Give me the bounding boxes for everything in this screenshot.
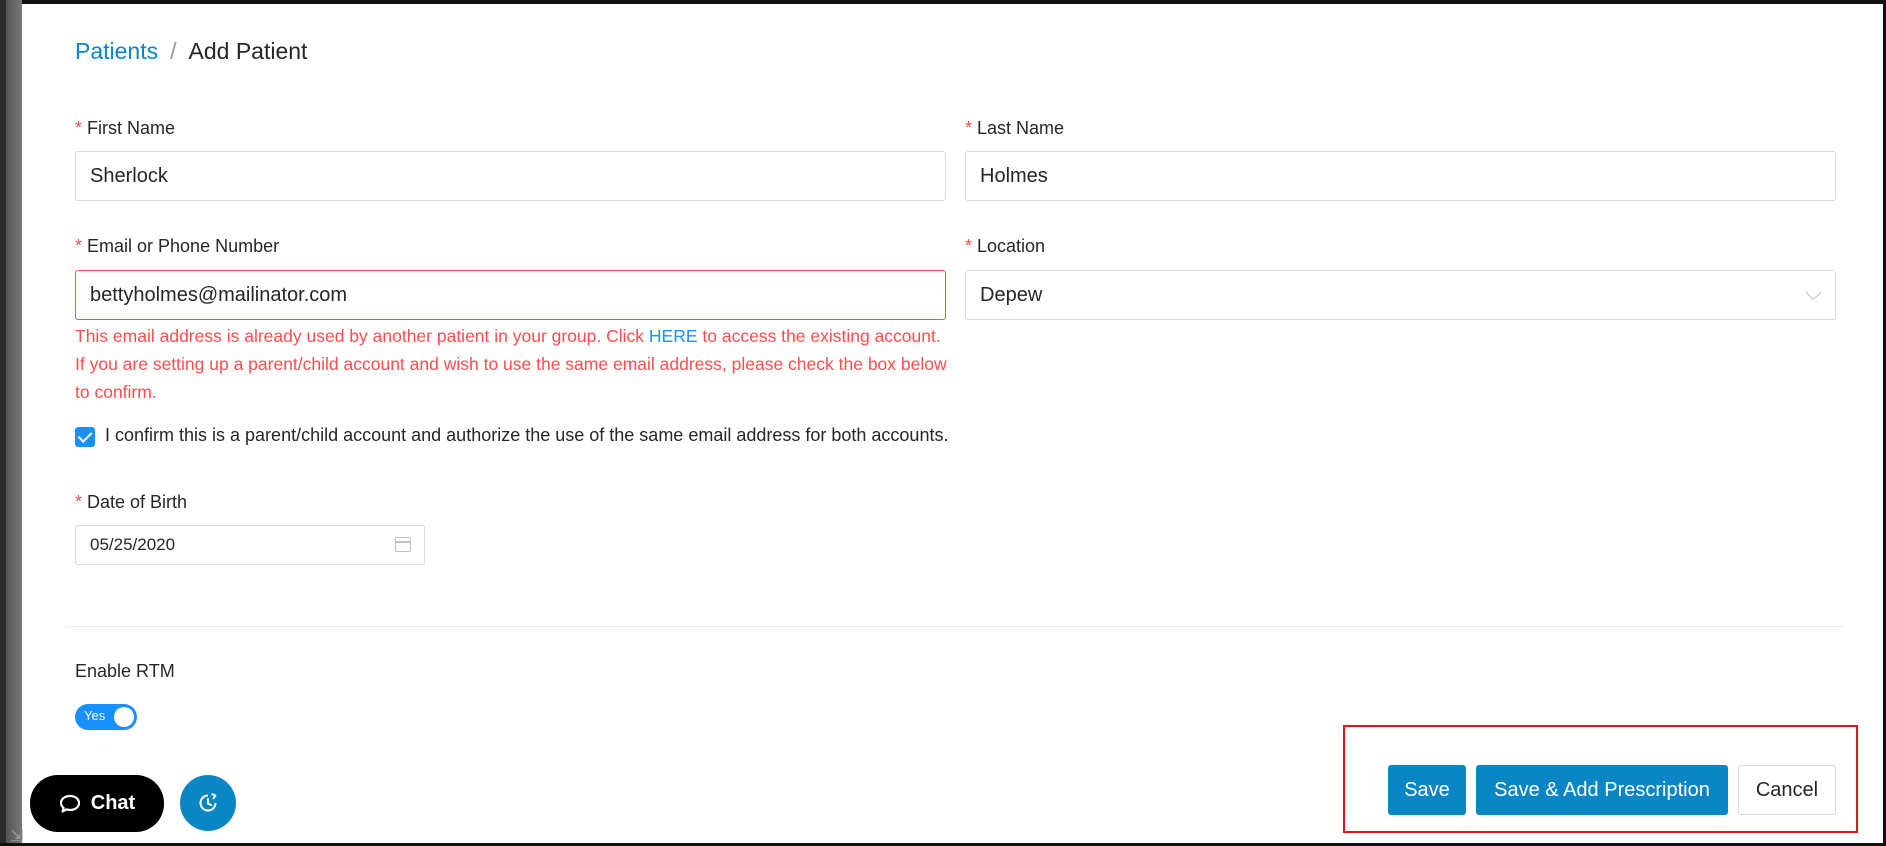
first-name-value: Sherlock [90, 164, 168, 187]
last-name-input[interactable]: Holmes [965, 151, 1836, 201]
breadcrumb: Patients / Add Patient [75, 38, 307, 65]
required-marker: * [75, 236, 83, 256]
toggle-knob [114, 707, 134, 727]
email-label-text: Email or Phone Number [87, 236, 280, 256]
chat-label: Chat [90, 792, 136, 814]
required-marker: * [75, 492, 83, 512]
existing-account-link[interactable]: HERE [649, 326, 698, 346]
dob-label-text: Date of Birth [87, 492, 188, 512]
email-field[interactable]: bettyholmes@mailinator.com [75, 270, 946, 320]
save-add-prescription-button[interactable]: Save & Add Prescription [1476, 765, 1728, 815]
first-name-input[interactable]: Sherlock [75, 151, 946, 201]
dob-label: * Date of Birth [75, 492, 187, 513]
required-marker: * [965, 118, 973, 138]
chat-bubble-icon [59, 794, 80, 813]
location-select[interactable]: Depew [965, 270, 1836, 320]
email-error-text-1: This email address is already used by an… [75, 326, 649, 346]
email-label: * Email or Phone Number [75, 236, 279, 257]
enable-rtm-toggle[interactable]: Yes [75, 704, 137, 730]
page-title: Add Patient [188, 38, 308, 64]
last-name-value: Holmes [980, 164, 1048, 187]
save-button[interactable]: Save [1388, 765, 1466, 815]
chevron-down-icon [1805, 284, 1822, 301]
parent-child-confirm-label[interactable]: I confirm this is a parent/child account… [105, 425, 948, 446]
dob-value: 05/25/2020 [90, 535, 176, 554]
first-name-label-text: First Name [87, 118, 176, 138]
cancel-button[interactable]: Cancel [1738, 765, 1836, 815]
enable-rtm-label: Enable RTM [75, 661, 175, 681]
history-widget-button[interactable] [180, 775, 236, 831]
email-value: bettyholmes@mailinator.com [90, 283, 348, 306]
clock-refresh-icon [199, 793, 217, 812]
chat-button[interactable]: Chat [30, 775, 164, 832]
location-label-text: Location [977, 236, 1046, 256]
required-marker: * [965, 236, 973, 256]
last-name-label-text: Last Name [977, 118, 1065, 138]
resize-handle-icon[interactable]: ⇲ [10, 826, 23, 846]
dob-date-picker[interactable]: 05/25/2020 [75, 525, 425, 565]
breadcrumb-separator: / [170, 38, 177, 64]
email-error-message: This email address is already used by an… [75, 322, 955, 406]
section-divider [65, 626, 1845, 627]
parent-child-confirm-checkbox[interactable] [75, 427, 95, 447]
required-marker: * [75, 118, 83, 138]
location-label: * Location [965, 236, 1045, 257]
last-name-label: * Last Name [965, 118, 1064, 139]
breadcrumb-patients-link[interactable]: Patients [75, 38, 158, 65]
window-frame-top [0, 0, 1886, 4]
first-name-label: * First Name [75, 118, 175, 139]
toggle-text: Yes [84, 708, 106, 723]
calendar-icon[interactable] [395, 537, 411, 552]
location-value: Depew [980, 283, 1043, 306]
window-frame-left [0, 0, 22, 846]
